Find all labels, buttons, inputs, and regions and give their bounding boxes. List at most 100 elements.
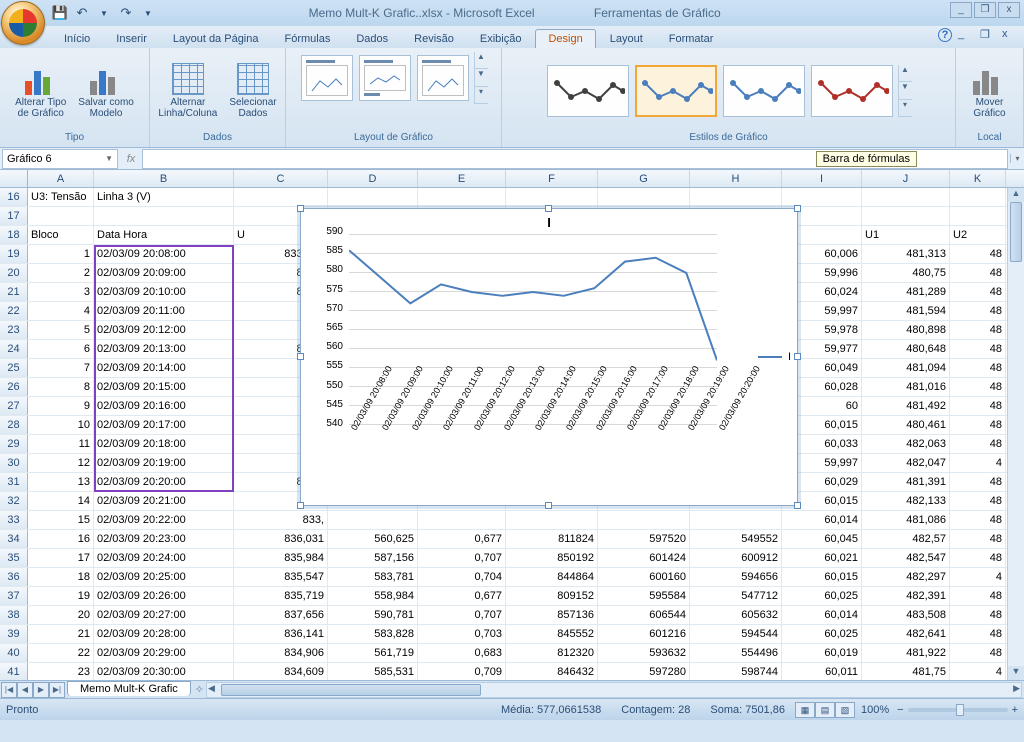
cell[interactable]: 10: [28, 416, 94, 434]
cell[interactable]: 48: [950, 530, 1006, 548]
row-header[interactable]: 35: [0, 549, 28, 567]
cell[interactable]: 0,704: [418, 568, 506, 586]
cell[interactable]: 48: [950, 264, 1006, 282]
sheet-tab-active[interactable]: Memo Mult-K Grafic: [67, 681, 191, 696]
cell[interactable]: 583,828: [328, 625, 418, 643]
cell[interactable]: 12: [28, 454, 94, 472]
chart-layout-3[interactable]: [417, 55, 469, 101]
row-header[interactable]: 26: [0, 378, 28, 396]
cell[interactable]: 02/03/09 20:21:00: [94, 492, 234, 510]
cell[interactable]: 481,75: [862, 663, 950, 680]
name-box-dropdown-icon[interactable]: ▼: [105, 154, 113, 163]
chart-handle-ne[interactable]: [794, 205, 801, 212]
cell[interactable]: 480,461: [862, 416, 950, 434]
scroll-down-icon[interactable]: ▼: [1008, 666, 1024, 680]
cell[interactable]: 481,594: [862, 302, 950, 320]
col-header-G[interactable]: G: [598, 170, 690, 187]
cell[interactable]: 48: [950, 245, 1006, 263]
cell[interactable]: 606544: [598, 606, 690, 624]
cell[interactable]: 850192: [506, 549, 598, 567]
cell[interactable]: 21: [28, 625, 94, 643]
cell[interactable]: [328, 511, 418, 529]
col-header-F[interactable]: F: [506, 170, 598, 187]
cell[interactable]: 583,781: [328, 568, 418, 586]
cell[interactable]: 1: [28, 245, 94, 263]
zoom-thumb[interactable]: [956, 704, 964, 716]
cell[interactable]: 02/03/09 20:25:00: [94, 568, 234, 586]
chart-style-4[interactable]: [811, 65, 893, 117]
formula-input[interactable]: Barra de fórmulas: [142, 149, 1008, 169]
cell[interactable]: 0,677: [418, 587, 506, 605]
col-header-C[interactable]: C: [234, 170, 328, 187]
zoom-in-icon[interactable]: +: [1012, 704, 1018, 716]
qat-customize-icon[interactable]: ▼: [140, 5, 156, 21]
cell[interactable]: 595584: [598, 587, 690, 605]
minimize-button[interactable]: _: [950, 2, 972, 18]
cell[interactable]: 482,133: [862, 492, 950, 510]
hscroll-right-icon[interactable]: ▶: [1013, 683, 1020, 694]
cell[interactable]: [862, 188, 950, 206]
chart-handle-se[interactable]: [794, 502, 801, 509]
scroll-up-icon[interactable]: ▲: [1008, 188, 1024, 202]
cell[interactable]: 20: [28, 606, 94, 624]
row-header[interactable]: 38: [0, 606, 28, 624]
scroll-thumb[interactable]: [1010, 202, 1022, 262]
cell[interactable]: 60,015: [782, 568, 862, 586]
row-header[interactable]: 34: [0, 530, 28, 548]
page-layout-view-icon[interactable]: ▤: [815, 702, 835, 718]
chart-handle-n[interactable]: [545, 205, 552, 212]
cell[interactable]: 598744: [690, 663, 782, 680]
cell[interactable]: 481,086: [862, 511, 950, 529]
cell[interactable]: 48: [950, 321, 1006, 339]
row-header[interactable]: 22: [0, 302, 28, 320]
select-data-button[interactable]: Selecionar Dados: [225, 61, 280, 121]
tab-inserir[interactable]: Inserir: [104, 30, 159, 48]
tab-formulas[interactable]: Fórmulas: [273, 30, 343, 48]
cell[interactable]: 11: [28, 435, 94, 453]
cell[interactable]: 0,707: [418, 549, 506, 567]
cell[interactable]: 482,391: [862, 587, 950, 605]
cell[interactable]: 60,014: [782, 606, 862, 624]
cell[interactable]: 482,063: [862, 435, 950, 453]
row-header[interactable]: 24: [0, 340, 28, 358]
chart-layout-1[interactable]: [301, 55, 353, 101]
doc-restore-button[interactable]: ❐: [980, 28, 996, 42]
col-header-I[interactable]: I: [782, 170, 862, 187]
cell[interactable]: 481,492: [862, 397, 950, 415]
cell[interactable]: 48: [950, 416, 1006, 434]
cell[interactable]: 02/03/09 20:22:00: [94, 511, 234, 529]
row-header[interactable]: 21: [0, 283, 28, 301]
tab-dados[interactable]: Dados: [344, 30, 400, 48]
cell[interactable]: 60,045: [782, 530, 862, 548]
cell[interactable]: 48: [950, 473, 1006, 491]
cell[interactable]: 561,719: [328, 644, 418, 662]
cell[interactable]: 0,677: [418, 530, 506, 548]
cell[interactable]: U2: [950, 226, 1006, 244]
cell[interactable]: 02/03/09 20:29:00: [94, 644, 234, 662]
doc-close-button[interactable]: x: [1002, 28, 1018, 42]
cell[interactable]: 14: [28, 492, 94, 510]
chart-handle-nw[interactable]: [297, 205, 304, 212]
cell[interactable]: 481,016: [862, 378, 950, 396]
cell[interactable]: 835,547: [234, 568, 328, 586]
col-header-D[interactable]: D: [328, 170, 418, 187]
worksheet-grid[interactable]: A B C D E F G H I J K 16U3: TensãoLinha …: [0, 170, 1024, 680]
cell[interactable]: 48: [950, 378, 1006, 396]
row-header[interactable]: 36: [0, 568, 28, 586]
cell[interactable]: 482,047: [862, 454, 950, 472]
cell[interactable]: 23: [28, 663, 94, 680]
cell[interactable]: 6: [28, 340, 94, 358]
cell[interactable]: 60,011: [782, 663, 862, 680]
cell[interactable]: 481,922: [862, 644, 950, 662]
cell[interactable]: 4: [28, 302, 94, 320]
cell[interactable]: 549552: [690, 530, 782, 548]
cell[interactable]: U3: Tensão: [28, 188, 94, 206]
chart-handle-e[interactable]: [794, 353, 801, 360]
sheet-nav-next-icon[interactable]: ▶: [33, 682, 49, 698]
cell[interactable]: 482,297: [862, 568, 950, 586]
cell[interactable]: 594544: [690, 625, 782, 643]
fx-button[interactable]: fx: [120, 153, 142, 165]
cell[interactable]: 834,609: [234, 663, 328, 680]
cell[interactable]: [862, 207, 950, 225]
cell[interactable]: 481,094: [862, 359, 950, 377]
